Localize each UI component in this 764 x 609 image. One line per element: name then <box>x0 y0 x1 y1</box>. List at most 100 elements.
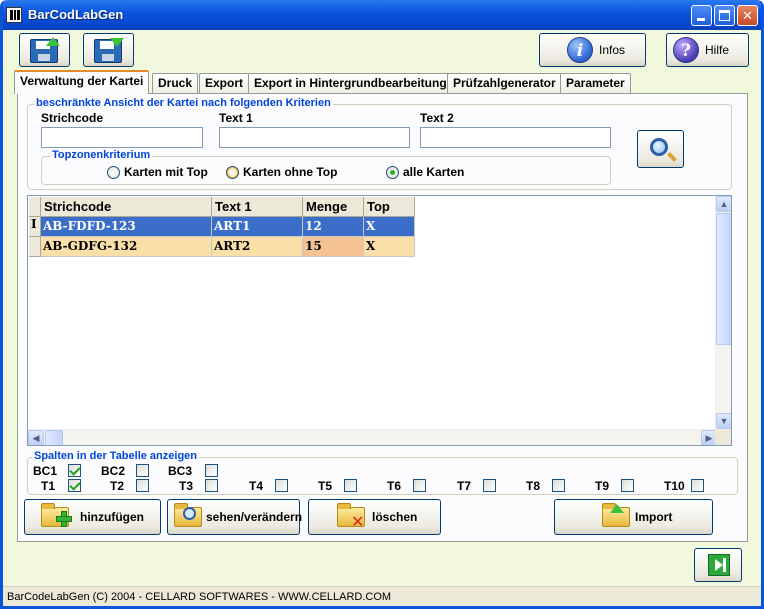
radio-unchecked-icon <box>107 165 120 179</box>
checkbox-t2[interactable] <box>136 479 149 492</box>
help-icon: ? <box>673 37 699 63</box>
radio-alle-karten[interactable]: alle Karten <box>386 165 464 179</box>
hilfe-button[interactable]: ? Hilfe <box>666 33 749 67</box>
add-button[interactable]: hinzufügen <box>24 499 161 535</box>
checkbox-label-t2: T2 <box>110 479 125 493</box>
radio-karten-ohne-top[interactable]: Karten ohne Top <box>226 165 337 179</box>
table-row-cell-top[interactable]: X <box>364 237 415 257</box>
checkbox-bc3[interactable] <box>205 464 218 477</box>
horizontal-scroll-thumb[interactable] <box>45 430 63 445</box>
table-row-cell-strichcode[interactable]: AB-GDFG-132 <box>41 237 212 257</box>
maximize-button[interactable] <box>714 5 735 26</box>
table-row-cell-menge[interactable]: 15 <box>303 237 364 257</box>
table-row-cell-strichcode[interactable]: AB-FDFD-123 <box>41 217 212 237</box>
checkbox-t5[interactable] <box>344 479 357 492</box>
barcode-app-icon <box>6 7 22 23</box>
column-header-strichcode[interactable]: Strichcode <box>41 197 212 217</box>
tab-verwaltung[interactable]: Verwaltung der Kartei <box>14 70 150 94</box>
search-button[interactable] <box>637 130 684 168</box>
checkbox-bc1[interactable] <box>68 464 81 477</box>
scroll-corner <box>715 429 731 445</box>
strichcode-input[interactable] <box>41 127 203 148</box>
column-header-top[interactable]: Top <box>364 197 415 217</box>
save-upload-button[interactable] <box>19 33 70 67</box>
magnifier-icon <box>650 138 668 156</box>
title-bar[interactable]: BarCodLabGen ✕ <box>3 0 761 30</box>
radio-label: alle Karten <box>403 165 465 179</box>
maximize-icon <box>719 10 730 21</box>
checkbox-label-t7: T7 <box>457 479 472 493</box>
status-bar: BarCodeLabGen (C) 2004 - CELLARD SOFTWAR… <box>3 586 761 606</box>
checkbox-t3[interactable] <box>205 479 218 492</box>
radio-karten-mit-top[interactable]: Karten mit Top <box>107 165 208 179</box>
arrow-down-icon <box>110 38 124 47</box>
tab-druck[interactable]: Druck <box>152 73 199 93</box>
checkbox-t9[interactable] <box>621 479 634 492</box>
infos-button[interactable]: i Infos <box>539 33 646 67</box>
filter-legend: beschränkte Ansicht der Kartei nach folg… <box>34 97 333 109</box>
strichcode-label: Strichcode <box>41 111 104 125</box>
row-indicator[interactable] <box>29 237 41 257</box>
radio-checked-icon <box>386 165 399 179</box>
checkbox-t10[interactable] <box>691 479 704 492</box>
checkbox-label-t10: T10 <box>664 479 685 493</box>
app-window: BarCodLabGen ✕ i Infos ? Hilfe Verwaltun… <box>0 0 764 609</box>
text2-input[interactable] <box>420 127 611 148</box>
checkbox-label-bc1: BC1 <box>33 464 58 478</box>
checkbox-label-bc3: BC3 <box>168 464 193 478</box>
tab-export[interactable]: Export <box>199 73 250 93</box>
checkbox-label-bc2: BC2 <box>101 464 126 478</box>
radio-label: Karten ohne Top <box>243 165 338 179</box>
radio-unchecked-icon <box>226 165 239 179</box>
delete-button[interactable]: ✕ löschen <box>308 499 441 535</box>
column-header-text1[interactable]: Text 1 <box>212 197 303 217</box>
scroll-down-icon[interactable]: ▼ <box>716 413 731 429</box>
checkbox-label-t6: T6 <box>387 479 402 493</box>
vertical-scroll-thumb[interactable] <box>716 213 731 345</box>
table-row-cell-menge[interactable]: 12 <box>303 217 364 237</box>
infos-label: Infos <box>599 43 626 57</box>
add-label: hinzufügen <box>80 510 144 524</box>
radio-label: Karten mit Top <box>124 165 208 179</box>
view-edit-button[interactable]: sehen/verändern <box>167 499 303 535</box>
table-row-cell-top[interactable]: X <box>364 217 415 237</box>
import-label: Import <box>635 510 673 524</box>
save-download-button[interactable] <box>83 33 134 67</box>
table-row-cell-text1[interactable]: ART1 <box>212 217 303 237</box>
x-icon: ✕ <box>351 514 365 531</box>
tab-pruefzahlgenerator[interactable]: Prüfzahlgenerator <box>447 73 562 93</box>
table-row-cell-text1[interactable]: ART2 <box>212 237 303 257</box>
checkbox-t7[interactable] <box>483 479 496 492</box>
vertical-scrollbar[interactable]: ▲ ▼ <box>715 196 731 429</box>
tab-export-hintergrund[interactable]: Export in Hintergrundbearbeitung <box>248 73 453 93</box>
checkbox-label-t8: T8 <box>526 479 541 493</box>
close-icon: ✕ <box>742 8 753 23</box>
column-header-menge[interactable]: Menge <box>303 197 364 217</box>
grid-corner <box>29 197 41 217</box>
scroll-up-icon[interactable]: ▲ <box>716 196 731 212</box>
window-title: BarCodLabGen <box>28 7 124 22</box>
checkbox-t1[interactable] <box>68 479 81 492</box>
hilfe-label: Hilfe <box>705 43 730 57</box>
text1-input[interactable] <box>219 127 410 148</box>
folder-magnifier-icon <box>174 503 202 527</box>
row-indicator[interactable]: I <box>29 217 41 237</box>
tab-parameter[interactable]: Parameter <box>560 73 631 93</box>
data-grid[interactable]: Strichcode Text 1 Menge Top I AB-FDFD-12… <box>27 195 732 446</box>
folder-import-icon <box>602 503 630 527</box>
checkbox-label-t9: T9 <box>595 479 610 493</box>
view-edit-label: sehen/verändern <box>206 510 303 524</box>
checkbox-t8[interactable] <box>552 479 565 492</box>
import-button[interactable]: Import <box>554 499 713 535</box>
checkbox-t6[interactable] <box>413 479 426 492</box>
horizontal-scrollbar[interactable]: ◀ ▶ <box>28 429 717 445</box>
minimize-button[interactable] <box>691 5 712 26</box>
text1-label: Text 1 <box>219 111 253 125</box>
import-arrow-icon <box>610 504 624 513</box>
close-button[interactable]: ✕ <box>737 5 758 26</box>
checkbox-bc2[interactable] <box>136 464 149 477</box>
checkbox-label-t3: T3 <box>179 479 194 493</box>
scroll-left-icon[interactable]: ◀ <box>28 430 44 445</box>
checkbox-t4[interactable] <box>275 479 288 492</box>
exit-button[interactable] <box>694 548 742 582</box>
